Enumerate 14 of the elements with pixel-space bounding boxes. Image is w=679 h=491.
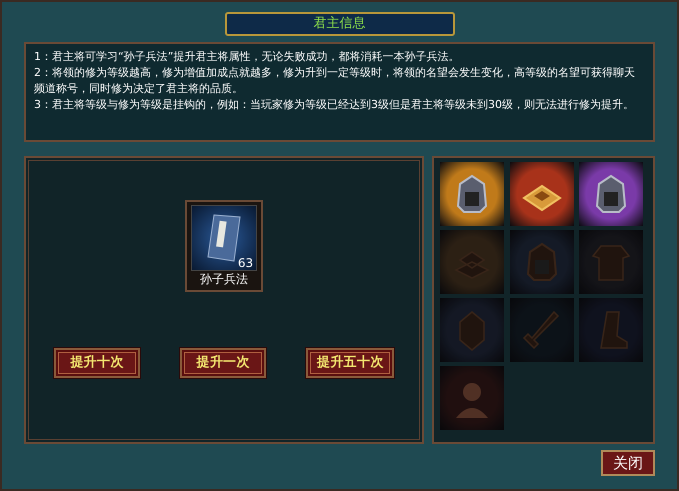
close-button[interactable]: 关闭 [601,450,655,476]
upgrade-button[interactable]: 提升一次 [180,348,266,378]
upgrade-button[interactable]: 提升五十次 [306,348,394,378]
info-text: 3：君主将等级与修为等级是挂钩的，例如：当玩家修为等级已经达到3级但是君主将等级未到30级，则无法进行修为提升。 [34,97,635,113]
upgrade-button[interactable]: 提升十次 [54,348,140,378]
equipment-slot[interactable] [510,162,574,226]
info-text: 1：君主将可学习“孙子兵法”提升君主将属性，无论失败成功，都将消耗一本孙子兵法。 [34,49,460,65]
item-name: 孙子兵法 [200,271,248,287]
item-slot[interactable]: 63 孙子兵法 [185,200,264,292]
item-count: 63 [238,257,254,269]
window-title: 君主信息 [314,15,366,34]
equipment-slot[interactable] [440,162,504,226]
info-text: 2：将领的修为等级越高，修为增值加成点就越多，修为升到一定等级时，将领的名望会发生变化，高等级的名望可获得聊天频道称号，同时修为决定了君主将的品质。 [34,65,636,97]
equipment-slot[interactable] [579,162,644,226]
